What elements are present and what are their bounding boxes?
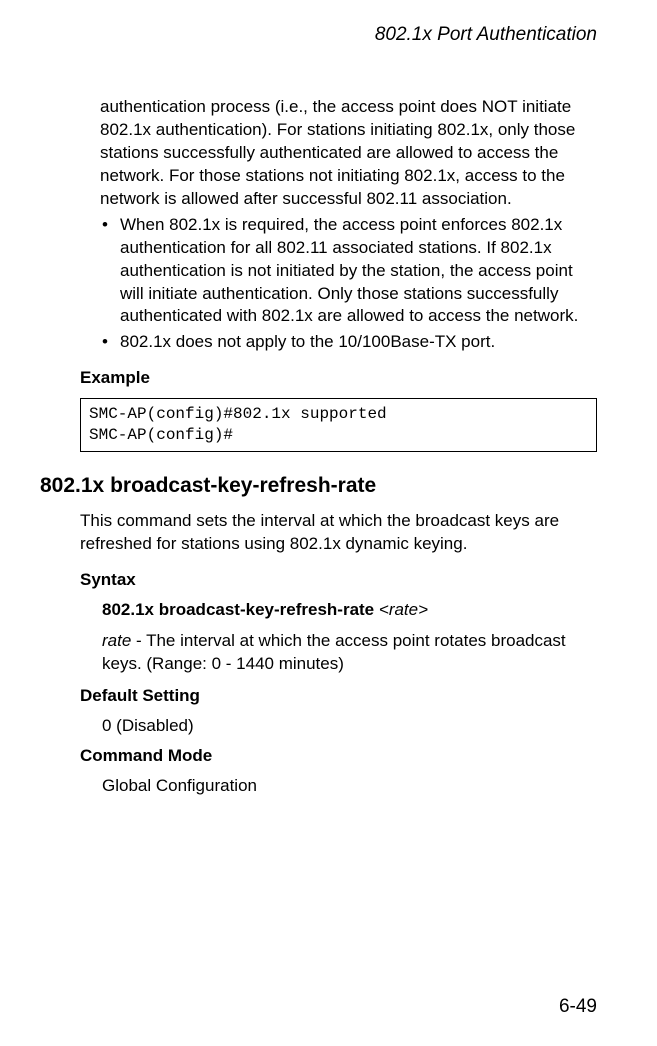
rate-description: rate - The interval at which the access … bbox=[102, 630, 597, 676]
header-title: 802.1x Port Authentication bbox=[375, 24, 597, 45]
default-setting-heading: Default Setting bbox=[80, 686, 597, 706]
syntax-arg: <rate> bbox=[379, 600, 428, 619]
page-header: 802.1x Port Authentication bbox=[0, 0, 657, 46]
rate-desc-text: - The interval at which the access point… bbox=[102, 631, 566, 673]
section-description: This command sets the interval at which … bbox=[80, 510, 597, 556]
bullet-required: When 802.1x is required, the access poin… bbox=[100, 214, 597, 329]
example-code-block: SMC-AP(config)#802.1x supported SMC-AP(c… bbox=[80, 398, 597, 452]
section-title: 802.1x broadcast-key-refresh-rate bbox=[40, 474, 597, 498]
rate-word: rate bbox=[102, 631, 131, 650]
syntax-command: 802.1x broadcast-key-refresh-rate bbox=[102, 600, 374, 619]
command-mode-heading: Command Mode bbox=[80, 746, 597, 766]
syntax-heading: Syntax bbox=[80, 570, 597, 590]
bullet-not-apply: 802.1x does not apply to the 10/100Base-… bbox=[100, 331, 597, 354]
syntax-line: 802.1x broadcast-key-refresh-rate <rate> bbox=[102, 600, 597, 620]
page-content: authentication process (i.e., the access… bbox=[0, 46, 657, 796]
default-setting-value: 0 (Disabled) bbox=[102, 716, 597, 736]
continuation-paragraph: authentication process (i.e., the access… bbox=[100, 96, 597, 211]
command-mode-value: Global Configuration bbox=[102, 776, 597, 796]
page-number: 6-49 bbox=[559, 996, 597, 1018]
example-heading: Example bbox=[80, 368, 597, 388]
